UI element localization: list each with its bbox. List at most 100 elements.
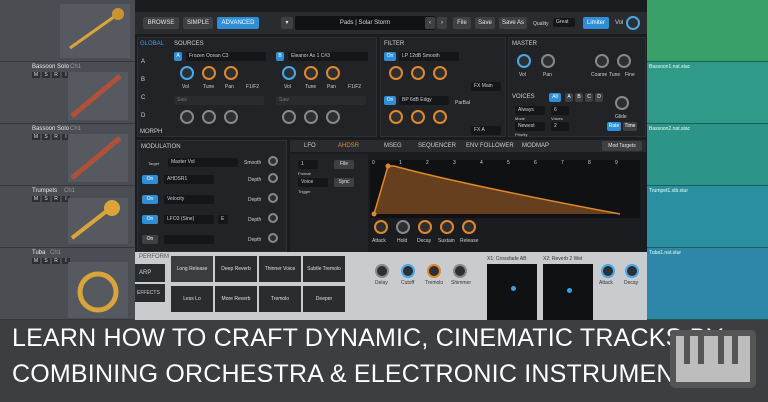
- mod2-source-select[interactable]: Velocity: [164, 195, 214, 204]
- release-knob[interactable]: [462, 220, 476, 234]
- solo-button[interactable]: S: [42, 196, 50, 202]
- ahdsr-sync-button[interactable]: Sync: [334, 178, 354, 187]
- ahdsr-number-select[interactable]: 1: [298, 160, 318, 169]
- source-b-tune-knob[interactable]: [304, 66, 318, 80]
- global-tab[interactable]: GLOBAL: [140, 41, 164, 47]
- region[interactable]: Trumpet1.stb.stur: [647, 186, 768, 248]
- master-vol-knob[interactable]: [517, 54, 531, 68]
- file-button[interactable]: File: [453, 17, 471, 29]
- filter2-res-knob[interactable]: [411, 110, 425, 124]
- glide-rate-button[interactable]: Rate: [607, 122, 621, 131]
- mod4-depth-knob[interactable]: [268, 233, 278, 243]
- source-c-pan-knob[interactable]: [224, 110, 238, 124]
- xy-pad-2[interactable]: [543, 264, 593, 320]
- voices-b-button[interactable]: B: [575, 93, 583, 102]
- voices-d-button[interactable]: D: [595, 93, 603, 102]
- slot-c-tab[interactable]: C: [141, 95, 145, 101]
- decay-perform-knob[interactable]: [625, 264, 639, 278]
- tremolo-knob[interactable]: [427, 264, 441, 278]
- source-a-tune-knob[interactable]: [202, 66, 216, 80]
- track-header[interactable]: Trumpets Ch1 M S R I: [0, 186, 135, 248]
- mod4-source-select[interactable]: [164, 235, 214, 244]
- track-header[interactable]: [0, 0, 135, 62]
- source-d-vol-knob[interactable]: [282, 110, 296, 124]
- source-a-name[interactable]: Frozen Ocean C3: [186, 52, 266, 61]
- sustain-knob[interactable]: [440, 220, 454, 234]
- cutoff-knob[interactable]: [401, 264, 415, 278]
- source-d-pan-knob[interactable]: [326, 110, 340, 124]
- mod-targets-button[interactable]: Mod Targets: [602, 141, 642, 151]
- source-b-toggle[interactable]: B: [276, 52, 284, 61]
- preset-name-field[interactable]: Pads | Solar Storm: [295, 16, 435, 30]
- voices-a-button[interactable]: A: [565, 93, 573, 102]
- source-d-name[interactable]: Saw: [276, 96, 366, 105]
- filter2-fx-select[interactable]: FX A: [471, 126, 501, 135]
- ahdsr-envelope-display[interactable]: [370, 160, 640, 218]
- tab-env-follower[interactable]: ENV FOLLOWER: [466, 143, 514, 149]
- mod3-on-button[interactable]: On: [142, 215, 158, 224]
- snapshot-more-reverb[interactable]: More Reverb: [215, 286, 257, 312]
- tab-ahdsr[interactable]: AHDSR: [338, 143, 359, 149]
- filter1-cutoff-knob[interactable]: [389, 66, 403, 80]
- filter2-cutoff-knob[interactable]: [389, 110, 403, 124]
- mod4-on-button[interactable]: On: [142, 235, 158, 244]
- snapshot-tremolo[interactable]: Tremolo: [259, 286, 301, 312]
- solo-button[interactable]: S: [42, 72, 50, 78]
- track-header[interactable]: Tuba Ch1 M S R I: [0, 248, 135, 320]
- filter2-type[interactable]: BP 6dB Edgy: [399, 96, 449, 105]
- solo-button[interactable]: S: [42, 134, 50, 140]
- hold-knob[interactable]: [396, 220, 410, 234]
- source-c-vol-knob[interactable]: [180, 110, 194, 124]
- snapshot-deep-reverb[interactable]: Deep Reverb: [215, 256, 257, 282]
- mod3-depth-knob[interactable]: [268, 213, 278, 223]
- solo-button[interactable]: S: [42, 258, 50, 264]
- next-preset-button[interactable]: ›: [437, 17, 447, 29]
- filter2-drive-knob[interactable]: [433, 110, 447, 124]
- delay-knob[interactable]: [375, 264, 389, 278]
- effects-tab[interactable]: EFFECTS: [135, 284, 165, 302]
- tab-mseg[interactable]: MSEG: [384, 143, 402, 149]
- source-c-name[interactable]: Saw: [174, 96, 264, 105]
- save-as-button[interactable]: Save As: [499, 17, 527, 29]
- shimmer-knob[interactable]: [453, 264, 467, 278]
- browse-button[interactable]: BROWSE: [143, 17, 179, 29]
- filter1-drive-knob[interactable]: [433, 66, 447, 80]
- tab-sequencer[interactable]: SEQUENCER: [418, 143, 456, 149]
- glide-knob[interactable]: [615, 96, 629, 110]
- mod1-on-button[interactable]: On: [142, 175, 158, 184]
- coarse-tune-knob[interactable]: [595, 54, 609, 68]
- mod1-source-select[interactable]: AHDSR1: [164, 175, 214, 184]
- mod3-via-select[interactable]: E: [218, 215, 228, 224]
- mod3-source-select[interactable]: LFO3 (Sine): [164, 215, 214, 224]
- mod1-depth-knob[interactable]: [268, 173, 278, 183]
- tab-modmap[interactable]: MODMAP: [522, 143, 549, 149]
- ahdsr-file-button[interactable]: File: [334, 160, 354, 169]
- ahdsr-voice-select[interactable]: Voice: [298, 178, 328, 187]
- morph-tab[interactable]: MORPH: [140, 129, 162, 135]
- region[interactable]: Tuba1.nat.stur: [647, 248, 768, 320]
- voices-c-button[interactable]: C: [585, 93, 593, 102]
- snapshot-long-release[interactable]: Long Release: [171, 256, 213, 282]
- snapshot-thinner-voice[interactable]: Thinner Voice: [259, 256, 301, 282]
- advanced-button[interactable]: ADVANCED: [217, 17, 259, 29]
- preset-menu-button[interactable]: ▾: [281, 17, 293, 29]
- source-a-pan-knob[interactable]: [224, 66, 238, 80]
- filter1-fx-select[interactable]: FX Main: [471, 82, 501, 91]
- tab-lfo[interactable]: LFO: [304, 143, 316, 149]
- voices-all-button[interactable]: All: [549, 93, 561, 102]
- quality-select[interactable]: Great: [553, 18, 575, 27]
- filter2-on-button[interactable]: On: [384, 96, 396, 105]
- record-button[interactable]: R: [52, 134, 60, 140]
- slot-d-tab[interactable]: D: [141, 113, 145, 119]
- region[interactable]: Bassoon2.nat.stac: [647, 124, 768, 186]
- source-a-vol-knob[interactable]: [180, 66, 194, 80]
- mute-button[interactable]: M: [32, 72, 40, 78]
- fine-tune-knob[interactable]: [617, 54, 631, 68]
- prev-preset-button[interactable]: ‹: [425, 17, 435, 29]
- record-button[interactable]: R: [52, 72, 60, 78]
- smooth-knob[interactable]: [268, 156, 278, 166]
- xy-pad-1-point[interactable]: [511, 286, 516, 291]
- source-b-vol-knob[interactable]: [282, 66, 296, 80]
- source-c-tune-knob[interactable]: [202, 110, 216, 124]
- xy-pad-2-point[interactable]: [567, 288, 572, 293]
